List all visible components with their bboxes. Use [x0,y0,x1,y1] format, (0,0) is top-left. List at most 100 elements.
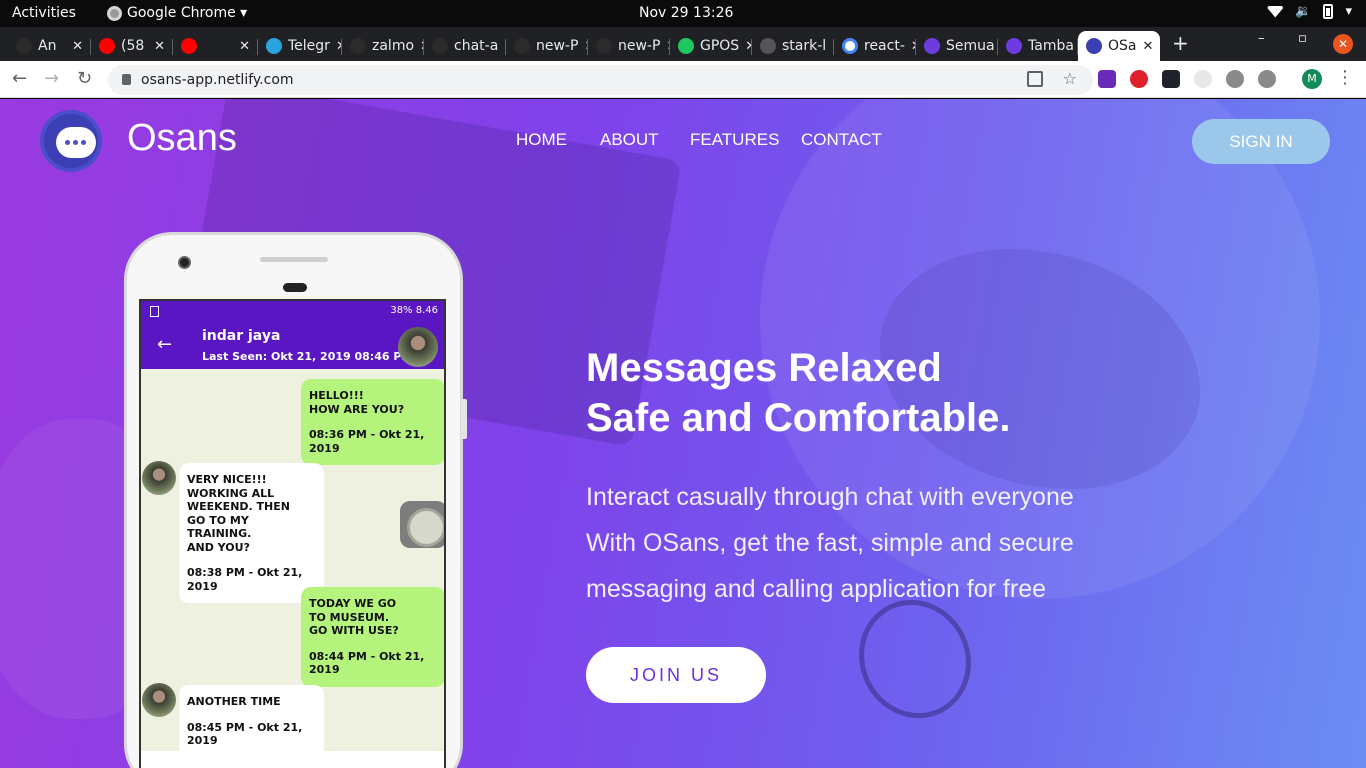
google-icon [842,38,858,54]
tab-label: new-P [536,38,579,54]
message-text: HELLO!!! [309,389,364,402]
tab[interactable]: ✕ [173,31,258,61]
github-icon [350,38,366,54]
new-tab-button[interactable]: + [1172,31,1189,55]
lock-icon [122,74,131,85]
tab[interactable]: An ✕ [8,31,91,61]
address-bar[interactable]: osans-app.netlify.com ☆ [108,65,1093,95]
adblock-icon[interactable] [1130,70,1148,88]
tab[interactable]: (58 ✕ [91,31,173,61]
message-text: WORKING ALL [187,486,275,500]
headline-line: Safe and Comfortable. [586,396,1011,440]
subtext-line: messaging and calling application for fr… [586,575,1046,603]
cloud-icon[interactable] [1258,70,1276,88]
message-text: WEEKEND. THEN [187,500,290,513]
contact-avatar[interactable] [398,327,438,367]
outgoing-message[interactable]: HELLO!!! HOW ARE YOU? 08:36 PM - Okt 21, 2… [301,379,444,465]
osans-logo-icon[interactable] [40,110,102,172]
tab-label: Telegr [288,38,330,54]
bookmark-star-icon[interactable]: ☆ [1063,69,1077,88]
message-text: TO MUSEUM. [309,610,390,624]
telegram-icon [266,38,282,54]
incoming-message[interactable]: VERY NICE!!! WORKING ALL WEEKEND. THEN GO T… [179,463,324,603]
message-text: GO WITH USE? [309,624,399,637]
chat-header: ← indar jaya Last Seen: Okt 21, 2019 08:… [141,323,444,369]
forward-button[interactable]: → [44,68,59,89]
nav-about[interactable]: ABOUT [600,130,659,150]
translate-icon[interactable] [1027,71,1043,87]
tab[interactable]: new-P✕ [588,31,670,61]
incoming-message[interactable]: ANOTHER TIME 08:45 PM - Okt 21, 2019 [179,685,324,758]
hero-subtext: Interact casually through chat with ever… [586,474,1074,612]
youtube-icon [99,38,115,54]
close-tab-icon[interactable]: ✕ [154,39,173,54]
reload-button[interactable]: ↻ [77,68,92,89]
close-tab-icon[interactable]: ✕ [1143,39,1161,54]
tab[interactable]: zalmo✕ [342,31,424,61]
tab[interactable]: stark-l✕ [752,31,834,61]
outgoing-message[interactable]: TODAY WE GO TO MUSEUM. GO WITH USE? 08:44 P… [301,587,444,687]
phone-speaker [260,257,328,262]
clock[interactable]: Nov 29 13:26 [639,5,733,21]
message-text: ANOTHER TIME [187,695,281,708]
tab-label: new-P [618,38,661,54]
cloud-icon[interactable] [1226,70,1244,88]
volume-icon: 🔉 [1295,4,1312,19]
wifi-icon [1267,5,1284,18]
subtext-line: Interact casually through chat with ever… [586,483,1074,511]
system-tray[interactable]: 🔉 ▾ [1267,4,1352,19]
github-icon [596,38,612,54]
message-text: GO TO MY TRAINING. [187,513,252,541]
react-devtools-icon[interactable] [1162,70,1180,88]
maximize-button[interactable]: ▫ [1298,31,1307,46]
url-text[interactable]: osans-app.netlify.com [141,72,294,88]
tab-label: stark-l [782,38,827,54]
tab[interactable]: react-✕ [834,31,916,61]
back-arrow-icon[interactable]: ← [157,334,172,355]
brand-name[interactable]: Osans [127,117,237,160]
message-time: 08:45 PM - Okt 21, 2019 [187,720,303,748]
extension-icon[interactable] [1194,70,1212,88]
nav-home[interactable]: HOME [516,130,567,150]
join-us-button[interactable]: JOIN US [586,647,766,703]
close-tab-icon[interactable]: ✕ [239,39,258,54]
close-window-button[interactable]: ✕ [1333,34,1353,54]
floating-action-button[interactable] [400,501,444,548]
gpos-icon [678,38,694,54]
tab[interactable]: Tamba✕ [998,31,1078,61]
menu-icon[interactable]: ⋮ [1336,67,1354,88]
message-input-bar[interactable] [141,751,444,768]
tab-label: An [38,38,57,54]
tab[interactable]: chat-a✕ [424,31,506,61]
message-time: 08:36 PM - Okt 21, 2019 [309,428,425,455]
close-tab-icon[interactable]: ✕ [72,39,91,54]
message-text: TODAY WE GO [309,597,397,610]
app-menu[interactable]: Google Chrome ▾ [107,5,247,21]
sender-avatar[interactable] [142,461,176,495]
nav-contact[interactable]: CONTACT [801,130,882,150]
sign-in-button[interactable]: SIGN IN [1192,119,1330,164]
minimize-button[interactable]: – [1258,31,1265,46]
globe-icon [760,38,776,54]
back-button[interactable]: ← [12,68,27,89]
tab[interactable]: Semua✕ [916,31,998,61]
close-tab-icon[interactable]: ✕ [745,39,752,54]
tab[interactable]: Telegr ✕ [258,31,342,61]
sender-avatar[interactable] [142,683,176,717]
tab[interactable]: OSa ✕ [1078,31,1160,61]
extension-icon[interactable] [1098,70,1116,88]
c-icon [1006,38,1022,54]
message-text: VERY NICE!!! [187,473,267,486]
tab-label: GPOS [700,38,740,54]
activities-button[interactable]: Activities [12,5,76,21]
tab[interactable]: GPOS ✕ [670,31,752,61]
tab-label: (58 [121,38,145,54]
tab[interactable]: new-P✕ [506,31,588,61]
account-avatar[interactable]: M [1302,69,1322,89]
subtext-line: With OSans, get the fast, simple and sec… [586,529,1074,557]
phone-side-button [461,399,467,439]
youtube-icon [181,38,197,54]
nav-features[interactable]: FEATURES [690,130,779,150]
app-menu-label: Google Chrome ▾ [127,5,248,21]
message-text: HOW ARE YOU? [309,402,405,416]
